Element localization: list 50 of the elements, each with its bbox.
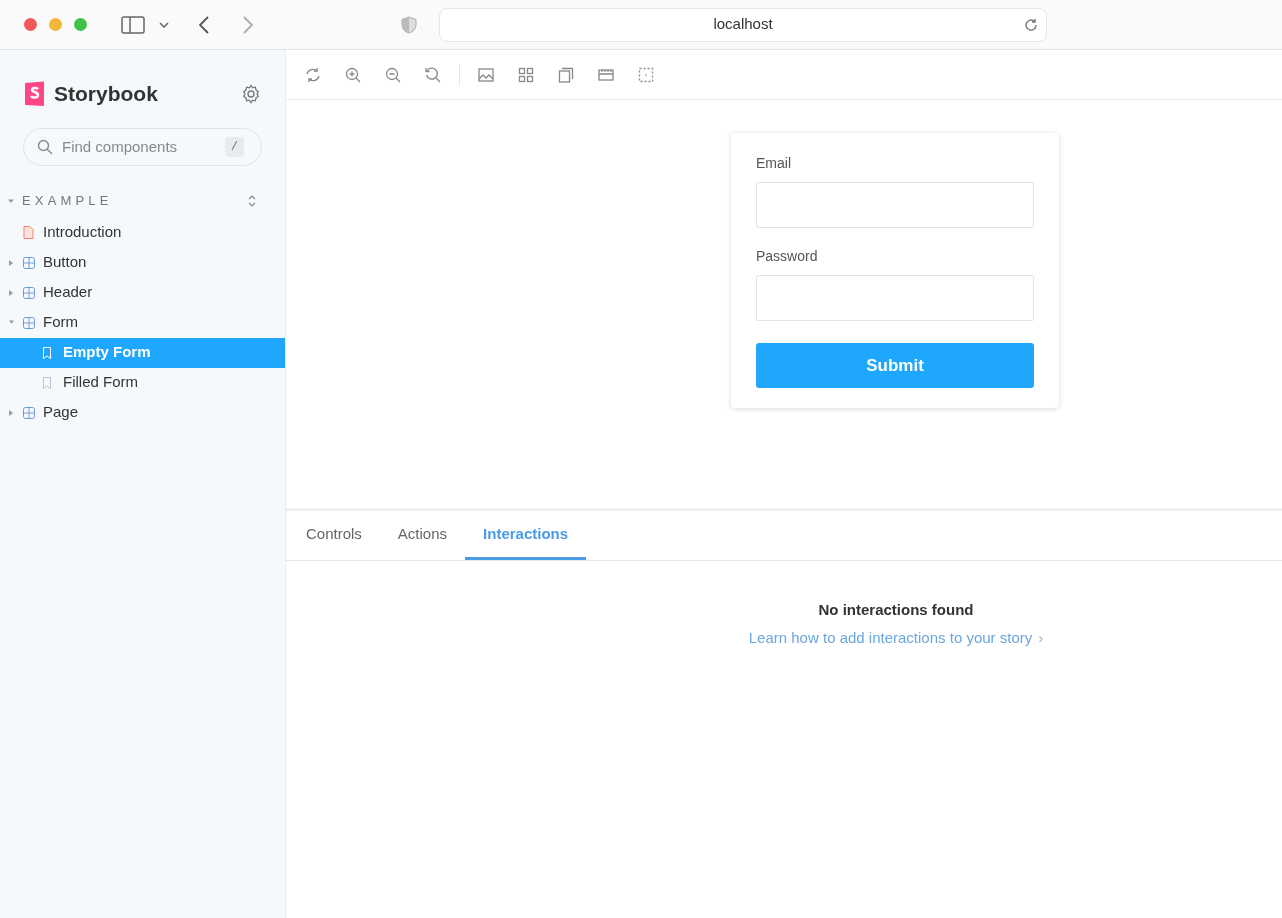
zoom-window-button[interactable] — [74, 18, 87, 31]
back-icon[interactable] — [199, 15, 209, 34]
component-icon — [23, 256, 35, 269]
caret-right-icon[interactable] — [9, 289, 13, 296]
reload-icon[interactable] — [1024, 17, 1038, 32]
component-icon — [23, 406, 35, 419]
forward-icon[interactable] — [243, 15, 253, 34]
component-icon — [23, 286, 35, 299]
caret-right-icon[interactable] — [9, 259, 13, 266]
zoom-in-icon[interactable] — [344, 65, 362, 84]
field-label: Password — [756, 247, 819, 266]
component-icon — [23, 316, 35, 329]
tree-item[interactable]: Page — [0, 397, 285, 428]
bookmark-icon — [43, 346, 51, 359]
field-label: Email — [756, 154, 792, 173]
image-icon[interactable] — [477, 65, 495, 84]
storybook-logo-icon — [24, 80, 46, 107]
grid-icon[interactable] — [517, 65, 535, 84]
document-icon — [23, 226, 34, 239]
tree-item[interactable]: Filled Form — [0, 367, 285, 398]
tree-item[interactable]: Header — [0, 277, 285, 308]
bookmark-icon — [43, 376, 51, 389]
address-bar[interactable]: localhost — [439, 7, 1047, 42]
outline-icon[interactable] — [557, 65, 575, 84]
collapse-caret-icon[interactable] — [8, 197, 14, 204]
addon-tab[interactable]: Controls — [288, 511, 380, 560]
settings-icon[interactable] — [241, 83, 261, 104]
caret-down-icon[interactable] — [9, 320, 14, 325]
caret-right-icon[interactable] — [9, 409, 13, 416]
input-field[interactable] — [756, 275, 1034, 321]
tree-item[interactable]: Introduction — [0, 217, 285, 248]
tree-item[interactable]: Form — [0, 307, 285, 338]
zoom-out-icon[interactable] — [384, 65, 402, 84]
chevron-down-icon[interactable] — [159, 21, 169, 28]
minimize-window-button[interactable] — [49, 18, 62, 31]
measure-icon[interactable] — [637, 65, 655, 84]
shield-icon[interactable] — [401, 15, 417, 34]
sync-icon[interactable] — [304, 65, 322, 84]
zoom-reset-icon[interactable] — [424, 65, 442, 84]
input-field[interactable] — [756, 182, 1034, 228]
group-heading[interactable]: EXAMPLE — [22, 190, 113, 211]
expand-collapse-icon[interactable] — [247, 193, 257, 208]
tree-item[interactable]: Button — [0, 247, 285, 278]
brand-title: Storybook — [54, 81, 158, 107]
sidebar-icon[interactable] — [121, 15, 145, 34]
search-icon — [37, 138, 53, 155]
empty-state-title: No interactions found — [818, 600, 974, 620]
addon-tab[interactable]: Actions — [379, 511, 466, 560]
close-window-button[interactable] — [24, 18, 37, 31]
url-text: localhost — [713, 14, 773, 35]
